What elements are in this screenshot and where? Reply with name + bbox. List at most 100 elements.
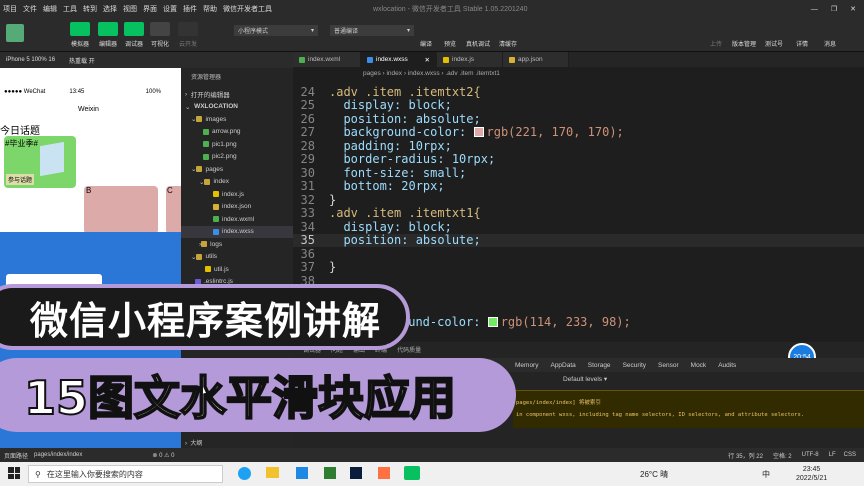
tab-audits[interactable]: Audits [718, 362, 736, 369]
tree-folder-logs[interactable]: › logs [181, 238, 293, 251]
tab-code-quality[interactable]: 代码质量 [397, 345, 421, 354]
tree-folder-index[interactable]: ⌄ index [181, 176, 293, 189]
cloud-button[interactable]: 云开发 [174, 22, 202, 48]
clear-cache-button[interactable]: 清缓存 [494, 22, 522, 48]
minimize-button[interactable]: — [808, 6, 821, 13]
ime-indicator[interactable]: 中 [762, 469, 770, 480]
close-icon[interactable]: ✕ [425, 56, 430, 64]
project-section[interactable]: ⌄ WXLOCATION [181, 101, 293, 114]
hot-reload-toggle[interactable]: 热重载 开 [55, 56, 95, 65]
upload-button[interactable]: 上传 [702, 22, 730, 48]
menu-item-file[interactable]: 文件 [20, 4, 40, 14]
code-line: 27 background-color: rgb(221, 170, 170); [300, 125, 624, 140]
store-icon[interactable] [296, 467, 308, 479]
preview-button[interactable]: 预览 [436, 22, 464, 48]
editor-button[interactable]: 编辑器 [94, 22, 122, 48]
tree-file-pic2[interactable]: pic2.png [181, 151, 293, 164]
folder-icon [196, 116, 203, 123]
tree-file-arrow[interactable]: arrow.png [181, 126, 293, 139]
wechat-devtools-icon[interactable] [404, 466, 420, 480]
join-topic-button[interactable]: 参与话题 [6, 174, 35, 185]
breadcrumb[interactable]: pages › index › index.wxss › .adv .item … [363, 70, 500, 77]
tree-folder-utils[interactable]: ⌄ utils [181, 251, 293, 264]
log-level-select[interactable]: Default levels ▾ [563, 375, 607, 383]
tab-memory[interactable]: Memory [515, 362, 538, 369]
teacher-illustration [40, 141, 64, 177]
window-title: wxlocation - 微信开发者工具 Stable 1.05.2201240 [373, 6, 528, 13]
weather-text[interactable]: 26°C 晴 [640, 469, 668, 480]
close-button[interactable]: ✕ [847, 5, 864, 13]
file-explorer-icon[interactable] [266, 467, 279, 478]
tab-index-wxml[interactable]: index.wxml [293, 52, 361, 67]
menu-item-project[interactable]: 项目 [0, 4, 20, 14]
search-icon: ⚲ [35, 469, 41, 479]
tree-folder-pages[interactable]: ⌄ pages [181, 163, 293, 176]
menu-item-ui[interactable]: 界面 [140, 4, 160, 14]
remote-debug-button[interactable]: 真机调试 [464, 22, 492, 48]
tab-index-js[interactable]: index.js [437, 52, 503, 67]
menu-item-view[interactable]: 视图 [120, 4, 140, 14]
code-line: 32} [300, 192, 337, 207]
toolbar: 模拟器 编辑器 调试器 可视化 云开发 小程序模式 ▾ 普通编译 ▾ 编译 预览 真… [0, 18, 864, 52]
slide-card-b[interactable] [84, 186, 158, 234]
menu-item-devtools[interactable]: 微信开发者工具 [220, 4, 275, 14]
open-editors-section[interactable]: › 打开的编辑器 [181, 88, 293, 101]
code-line-current: 35 position: absolute; [293, 233, 864, 247]
page-path[interactable]: pages/index/index [28, 452, 82, 458]
menu-item-goto[interactable]: 转到 [80, 4, 100, 14]
tree-file-index-wxml[interactable]: index.wxml [181, 213, 293, 226]
simulator-toolbar: iPhone 5 100% 16 热重载 开 [0, 52, 181, 68]
taskbar-clock[interactable]: 23:45 2022/5/21 [796, 465, 827, 483]
messages-button[interactable]: 消息 [816, 22, 844, 48]
wxml-file-icon [299, 56, 305, 63]
compile-mode-select[interactable]: 普通编译 ▾ [330, 25, 414, 36]
edge-icon[interactable] [238, 467, 251, 480]
tree-folder-images[interactable]: ⌄ images [181, 113, 293, 126]
test-account-button[interactable]: 测试号 [760, 22, 788, 48]
error-count[interactable]: ⊗ 0 ⚠ 0 [82, 452, 174, 459]
avatar[interactable] [6, 24, 24, 42]
topic-card[interactable]: #毕业季# 参与话题 [4, 136, 76, 188]
visual-button[interactable]: 可视化 [146, 22, 174, 48]
tab-sensor[interactable]: Sensor [658, 362, 679, 369]
tree-file-util-js[interactable]: util.js [181, 263, 293, 276]
tree-file-index-wxss[interactable]: index.wxss [181, 225, 293, 238]
tab-security[interactable]: Security [623, 362, 646, 369]
hbuilder-icon[interactable] [324, 467, 336, 479]
menu-item-settings[interactable]: 设置 [160, 4, 180, 14]
wxss-file-icon [213, 228, 219, 235]
tree-file-pic1[interactable]: pic1.png [181, 138, 293, 151]
app-icon[interactable] [378, 467, 390, 479]
mode-select[interactable]: 小程序模式 ▾ [234, 25, 318, 36]
tab-storage[interactable]: Storage [588, 362, 611, 369]
details-button[interactable]: 详情 [788, 22, 816, 48]
code-line: 24 .adv .item .itemtxt2{ [300, 84, 481, 99]
windows-start-icon[interactable] [8, 467, 20, 479]
menu-item-edit[interactable]: 编辑 [40, 4, 60, 14]
section-title: 今日话题 [0, 126, 40, 137]
device-select[interactable]: iPhone 5 100% 16 [0, 57, 55, 63]
simulator-button[interactable]: 模拟器 [66, 22, 94, 48]
menu-item-select[interactable]: 选择 [100, 4, 120, 14]
color-swatch[interactable] [473, 127, 484, 138]
tab-app-json[interactable]: app.json [503, 52, 569, 67]
tab-mock[interactable]: Mock [691, 362, 707, 369]
outline-section[interactable]: › 大纲 [185, 438, 202, 447]
branch-icon [734, 22, 754, 36]
maximize-button[interactable]: ❐ [821, 5, 847, 13]
debugger-button[interactable]: 调试器 [120, 22, 148, 48]
version-button[interactable]: 版本管理 [730, 22, 758, 48]
tab-index-wxss[interactable]: index.wxss ✕ [361, 52, 437, 67]
menu-item-help[interactable]: 帮助 [200, 4, 220, 14]
color-swatch[interactable] [487, 316, 498, 327]
tree-file-index-js[interactable]: index.js [181, 188, 293, 201]
menu-item-plugins[interactable]: 插件 [180, 4, 200, 14]
photoshop-icon[interactable] [350, 467, 362, 479]
menu-item-tools[interactable]: 工具 [60, 4, 80, 14]
banner-course-title: 微信小程序案例讲解 [0, 284, 410, 350]
code-line: 26 position: absolute; [300, 111, 481, 126]
taskbar-search-input[interactable]: ⚲ 在这里输入你要搜索的内容 [28, 465, 223, 483]
tab-appdata[interactable]: AppData [550, 362, 575, 369]
code-line: 28 padding: 10rpx; [300, 138, 452, 153]
tree-file-index-json[interactable]: index.json [181, 201, 293, 214]
